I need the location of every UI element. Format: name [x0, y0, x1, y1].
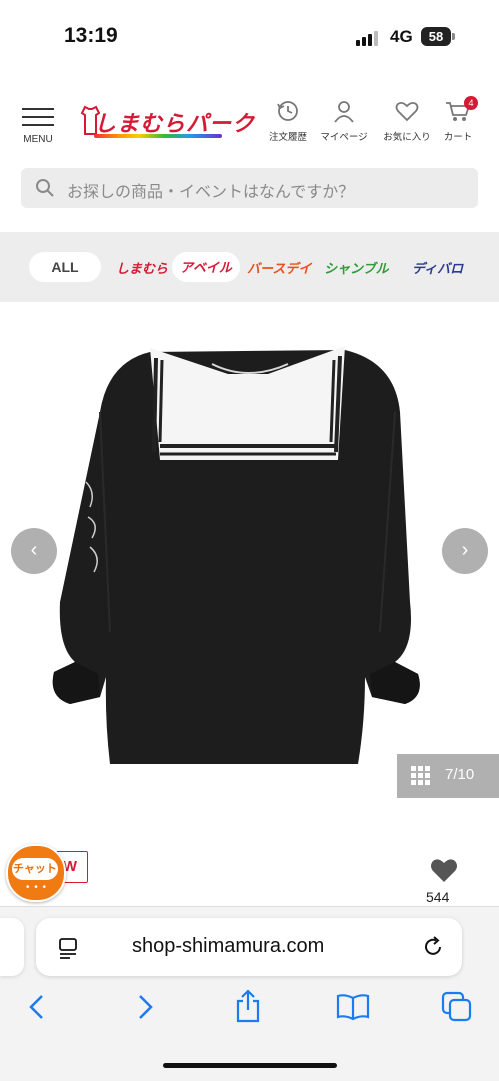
product-image	[52, 346, 420, 764]
history-icon	[277, 101, 298, 121]
search-input[interactable]: お探しの商品・イベントはなんですか？	[21, 168, 478, 208]
share-icon[interactable]	[233, 988, 263, 1024]
home-indicator	[163, 1063, 337, 1068]
bookmarks-icon[interactable]	[335, 992, 371, 1022]
url-text: shop-shimamura.com	[132, 935, 325, 957]
order-history-button[interactable]: 注文履歴	[258, 98, 318, 146]
logo-rainbow	[94, 134, 222, 138]
heart-icon	[395, 101, 419, 122]
chat-label: チャット	[12, 858, 58, 880]
status-time: 13:19	[64, 24, 118, 47]
menu-button[interactable]: MENU	[18, 104, 58, 150]
chat-button[interactable]: チャット • • •	[6, 844, 66, 902]
page-menu-icon[interactable]	[56, 936, 80, 960]
reload-icon[interactable]	[420, 934, 446, 960]
search-icon	[36, 179, 54, 197]
signal-icon	[356, 30, 382, 46]
brand-birthday-tab[interactable]: バースデイ	[247, 258, 311, 277]
cart-button[interactable]: 4 カート	[428, 96, 488, 146]
image-counter[interactable]: 7/10	[397, 754, 499, 798]
image-counter-text: 7/10	[445, 766, 475, 783]
brand-chambre-tab[interactable]: シャンブル	[324, 258, 389, 277]
order-history-label: 注文履歴	[268, 132, 307, 143]
back-icon[interactable]	[24, 992, 52, 1022]
forward-icon[interactable]	[130, 992, 158, 1022]
next-image-button[interactable]: ›	[442, 528, 488, 574]
shimamura-park-logo[interactable]: しまむらパーク	[80, 102, 254, 142]
like-count: 544	[426, 889, 450, 905]
like-heart-icon[interactable]	[429, 856, 459, 884]
battery-icon: 58	[421, 27, 451, 46]
cart-count-badge: 4	[464, 96, 478, 110]
grid-icon	[411, 766, 431, 786]
search-placeholder: お探しの商品・イベントはなんですか？	[67, 184, 355, 201]
chat-dots: • • •	[26, 882, 48, 893]
brand-filter-bar: ALL しまむら アベイル バースデイ シャンブル ディバロ	[0, 232, 499, 302]
my-page-label: マイページ	[320, 132, 368, 143]
cart-label: カート	[443, 132, 473, 143]
brand-avail-pill[interactable]: アベイル	[172, 252, 240, 282]
menu-label: MENU	[23, 134, 53, 145]
previous-tab-peek[interactable]	[0, 918, 24, 976]
battery-tip	[452, 33, 455, 40]
product-image-carousel[interactable]	[0, 302, 499, 822]
brand-avail-label: アベイル	[180, 260, 232, 275]
address-bar[interactable]: shop-shimamura.com	[36, 918, 462, 976]
person-icon	[334, 101, 354, 123]
prev-image-button[interactable]: ‹	[11, 528, 57, 574]
tabs-icon[interactable]	[440, 990, 474, 1024]
brand-shimamura-tab[interactable]: しまむら	[116, 258, 168, 277]
brand-all-tab[interactable]: ALL	[29, 252, 101, 282]
brand-divalo-tab[interactable]: ディバロ	[412, 258, 463, 277]
network-type: 4G	[390, 27, 413, 46]
my-page-button[interactable]: マイページ	[314, 98, 374, 146]
